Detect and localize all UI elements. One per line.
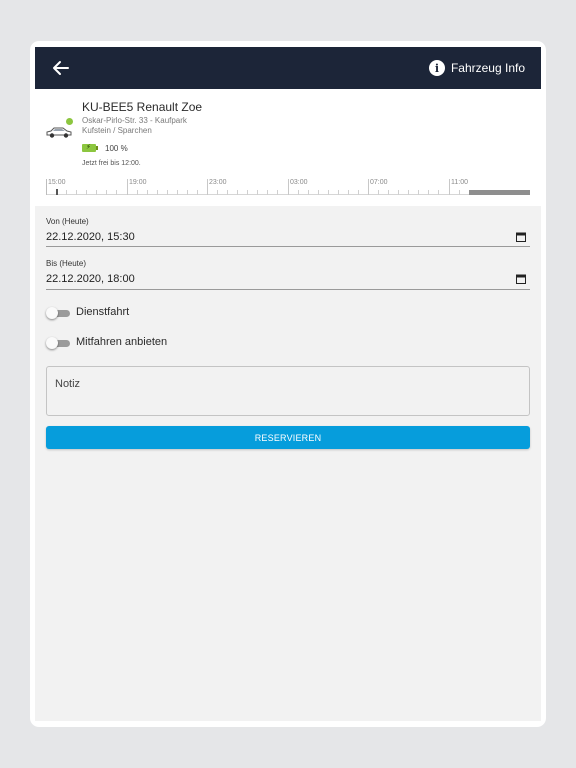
offer-rideshare-label: Mitfahren anbieten [76, 336, 168, 348]
vehicle-location: Kufstein / Sparchen [82, 126, 152, 135]
timeline-now-marker [56, 189, 58, 195]
from-label: Von (Heute) [46, 217, 89, 226]
vehicle-card: KU-BEE5 Renault Zoe Oskar-Pirlo-Str. 33 … [35, 89, 541, 206]
availability-status-dot [66, 118, 73, 125]
timeline-major-tick [288, 179, 289, 195]
app-screen: i Fahrzeug Info KU-BEE5 Renault Zoe Oska… [35, 47, 541, 721]
to-label: Bis (Heute) [46, 259, 87, 268]
note-placeholder: Notiz [55, 378, 81, 390]
from-datetime-field[interactable]: 22.12.2020, 15:30 [46, 231, 135, 243]
timeline-major-tick [127, 179, 128, 195]
timeline-hour-label: 19:00 [129, 179, 147, 186]
timeline-hour-label: 07:00 [370, 179, 388, 186]
availability-text: Jetzt frei bis 12:00. [82, 160, 141, 167]
timeline-major-tick [449, 179, 450, 195]
business-trip-toggle[interactable] [46, 307, 70, 319]
vehicle-address: Oskar-Pirlo-Str. 33 - Kaufpark [82, 116, 187, 125]
arrow-left-icon [53, 61, 69, 75]
note-textarea[interactable]: Notiz [46, 366, 530, 416]
calendar-icon[interactable] [516, 232, 526, 242]
booking-timeline: 15:00 19:00 23:00 03:00 07:00 11:00 [46, 179, 530, 196]
timeline-major-tick [207, 179, 208, 195]
app-bar: i Fahrzeug Info [35, 47, 541, 89]
timeline-hour-label: 23:00 [209, 179, 227, 186]
business-trip-label: Dienstfahrt [76, 306, 130, 318]
vehicle-info-button[interactable]: i Fahrzeug Info [428, 59, 525, 77]
timeline-booked-range [469, 190, 530, 195]
reserve-button[interactable]: RESERVIEREN [46, 426, 530, 449]
timeline-hour-label: 15:00 [48, 179, 66, 186]
vehicle-title: KU-BEE5 Renault Zoe [82, 100, 203, 114]
battery-icon: ⚡ [82, 144, 98, 152]
calendar-icon[interactable] [516, 274, 526, 284]
info-icon: i [428, 60, 445, 76]
timeline-major-tick [368, 179, 369, 195]
battery-level: 100 % [105, 144, 128, 153]
back-button[interactable] [49, 58, 71, 78]
timeline-hour-label: 11:00 [451, 179, 468, 186]
offer-rideshare-toggle[interactable] [46, 337, 70, 349]
vehicle-info-label: Fahrzeug Info [450, 61, 525, 75]
car-icon [46, 127, 72, 138]
to-datetime-field[interactable]: 22.12.2020, 18:00 [46, 273, 135, 285]
timeline-hour-label: 03:00 [290, 179, 308, 186]
